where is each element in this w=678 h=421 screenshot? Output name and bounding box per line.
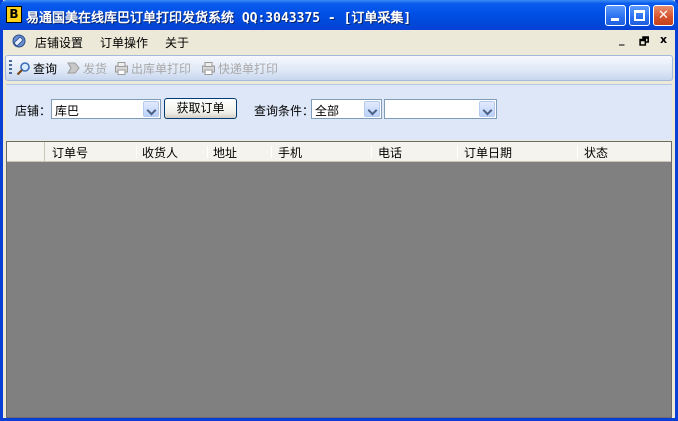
column-divider[interactable] (371, 146, 372, 158)
column-divider[interactable] (207, 146, 208, 158)
column-header-order-date[interactable]: 订单日期 (464, 144, 512, 160)
column-divider[interactable] (136, 146, 137, 158)
toolbar: 查询 发货 出库单打印 快递单打印 (5, 55, 673, 81)
chevron-down-icon[interactable] (143, 101, 159, 117)
print-icon (202, 62, 215, 75)
main-window: B 易通国美在线库巴订单打印发货系统 QQ:3043375 - [订单采集] ✕… (0, 0, 678, 421)
column-header-address[interactable]: 地址 (213, 144, 237, 160)
menu-shop-settings[interactable]: 店铺设置 (35, 34, 83, 51)
minimize-button[interactable] (605, 5, 626, 26)
column-header-order-no[interactable]: 订单号 (52, 144, 88, 160)
print-express-button[interactable]: 快递单打印 (201, 60, 278, 78)
document-window-icon[interactable] (11, 33, 27, 49)
close-icon: ✕ (658, 8, 669, 23)
query-panel: 店铺： 库巴 获取订单 查询条件： 全部 (6, 84, 672, 140)
mdi-minimize-button[interactable]: _ (619, 33, 625, 46)
condition-select[interactable]: 全部 (311, 99, 382, 119)
print-outbound-button[interactable]: 出库单打印 (114, 60, 191, 78)
mdi-restore-button[interactable]: 🗗 (639, 33, 649, 52)
column-header-recipient[interactable]: 收货人 (142, 144, 178, 160)
condition-label: 查询条件： (254, 104, 315, 118)
menu-order-operations[interactable]: 订单操作 (100, 34, 148, 51)
column-header-status[interactable]: 状态 (584, 144, 608, 160)
shop-select-value: 库巴 (55, 104, 80, 118)
toolbar-grip[interactable] (9, 60, 12, 76)
row-header-corner[interactable] (7, 142, 45, 162)
condition-value-select[interactable] (384, 99, 497, 119)
print-express-label: 快递单打印 (218, 62, 279, 76)
query-label: 查询 (33, 62, 58, 76)
print-icon (115, 62, 128, 75)
ship-icon (67, 62, 80, 74)
chevron-down-icon[interactable] (479, 101, 495, 117)
column-divider[interactable] (577, 146, 578, 158)
column-divider[interactable] (457, 146, 458, 158)
mdi-close-button[interactable]: x (660, 33, 667, 46)
search-icon (16, 62, 30, 76)
fetch-orders-button[interactable]: 获取订单 (164, 98, 237, 119)
column-divider[interactable] (271, 146, 272, 158)
query-button[interactable]: 查询 (16, 60, 57, 78)
ship-label: 发货 (83, 62, 108, 76)
shop-select[interactable]: 库巴 (51, 99, 161, 119)
shop-label: 店铺： (15, 104, 52, 118)
close-button[interactable]: ✕ (653, 5, 674, 26)
menu-about[interactable]: 关于 (165, 34, 189, 51)
window-title: 易通国美在线库巴订单打印发货系统 QQ:3043375 - [订单采集] (26, 11, 412, 26)
condition-select-value: 全部 (315, 104, 340, 118)
menu-bar: 店铺设置 订单操作 关于 _ 🗗 x (3, 30, 675, 52)
maximize-icon (634, 10, 645, 21)
column-header-phone[interactable]: 电话 (378, 144, 402, 160)
maximize-button[interactable] (629, 5, 650, 26)
chevron-down-icon[interactable] (364, 101, 380, 117)
grid-header: 订单号 收货人 地址 手机 电话 订单日期 状态 (7, 142, 671, 162)
column-header-mobile[interactable]: 手机 (278, 144, 302, 160)
print-outbound-label: 出库单打印 (131, 62, 192, 76)
minimize-icon (611, 18, 619, 21)
orders-grid[interactable]: 订单号 收货人 地址 手机 电话 订单日期 状态 (6, 141, 672, 418)
title-bar[interactable]: B 易通国美在线库巴订单打印发货系统 QQ:3043375 - [订单采集] ✕ (0, 0, 678, 30)
ship-button[interactable]: 发货 (66, 60, 107, 78)
app-logo-icon: B (6, 6, 22, 23)
